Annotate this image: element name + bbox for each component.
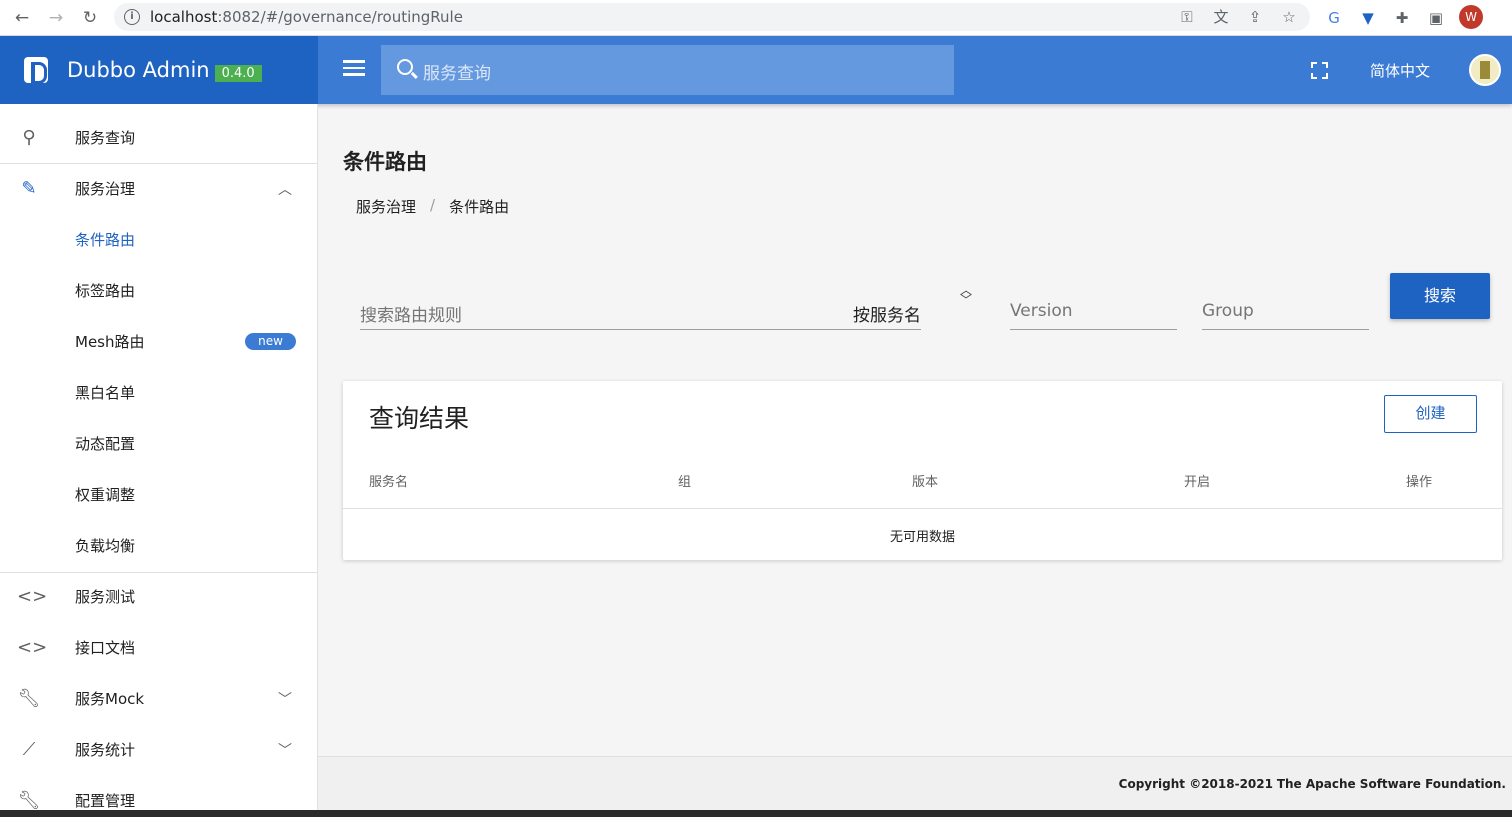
app-header: Dubbo Admin 0.4.0 服务查询 简体中文	[0, 36, 1512, 104]
column-header-actions: 操作	[1406, 475, 1433, 490]
hamburger-menu-icon[interactable]	[343, 60, 365, 78]
dubbo-logo-icon	[24, 57, 48, 84]
sidebar-item-service-search[interactable]: ⚲ 服务查询	[0, 112, 317, 163]
search-mode-select[interactable]: 按服务名	[853, 301, 921, 326]
sidebar-item-label: 服务统计	[75, 741, 136, 759]
column-header-version[interactable]: 版本	[912, 471, 938, 490]
code-icon: <>	[17, 636, 48, 658]
breadcrumb-item: 条件路由	[449, 198, 510, 216]
create-button[interactable]: 创建	[1384, 395, 1477, 433]
chevron-down-icon[interactable]: ﹀	[278, 740, 292, 760]
sidebar-item-service-governance[interactable]: ✎ 服务治理 ︿	[0, 163, 317, 214]
url-text: localhost:8082/#/governance/routingRule	[150, 8, 463, 26]
fullscreen-icon[interactable]	[1311, 62, 1328, 79]
key-icon[interactable]: ⚿	[1176, 7, 1198, 27]
column-header-enabled[interactable]: 开启	[1184, 471, 1210, 490]
back-arrow-icon[interactable]: ←	[10, 6, 34, 30]
page-title: 条件路由	[343, 150, 427, 174]
brand[interactable]: Dubbo Admin 0.4.0	[0, 36, 318, 104]
vue-devtools-icon[interactable]: ▼	[1356, 6, 1380, 30]
sidebar-item-label: 服务测试	[75, 588, 136, 606]
copyright-text: Copyright ©2018-2021 The Apache Software…	[1118, 777, 1506, 791]
sidebar: ⚲ 服务查询 ✎ 服务治理 ︿ 条件路由 标签路由 Mesh路由 new 黑白名…	[0, 104, 318, 817]
column-header-service[interactable]: 服务名	[369, 471, 408, 490]
main-content: 条件路由 服务治理 / 条件路由 搜索路由规则 按服务名 ︿ ﹀ Version …	[318, 104, 1512, 756]
breadcrumb: 服务治理 / 条件路由	[356, 196, 509, 217]
sidebar-item-service-mock[interactable]: 🔧︎ 服务Mock ﹀	[0, 673, 317, 724]
sidebar-item-label: 配置管理	[75, 792, 136, 810]
sidebar-item-dynamic-config[interactable]: 动态配置	[0, 418, 317, 469]
bookmark-star-icon[interactable]: ☆	[1278, 7, 1300, 27]
pencil-icon: ✎	[21, 177, 37, 199]
global-search-placeholder: 服务查询	[423, 64, 491, 84]
sidebar-item-label: 负载均衡	[75, 537, 136, 555]
global-search-input[interactable]: 服务查询	[381, 45, 954, 95]
sidebar-item-label: 动态配置	[75, 435, 136, 453]
column-header-group[interactable]: 组	[678, 471, 691, 490]
sidebar-item-label: Mesh路由	[75, 333, 145, 351]
sidebar-item-weight-adjust[interactable]: 权重调整	[0, 469, 317, 520]
sidebar-item-access-control[interactable]: 黑白名单	[0, 367, 317, 418]
share-icon[interactable]: ⇪	[1244, 7, 1266, 27]
results-title: 查询结果	[369, 404, 470, 433]
user-avatar[interactable]	[1469, 54, 1501, 86]
results-card: 查询结果 创建 服务名 组 版本 开启 操作 无可用数据	[343, 381, 1502, 560]
site-info-icon[interactable]: i	[124, 9, 140, 25]
search-button[interactable]: 搜索	[1390, 273, 1490, 319]
window-bottom-edge	[0, 810, 1512, 817]
search-icon: ⚲	[22, 126, 36, 148]
sidebar-item-service-test[interactable]: <> 服务测试	[0, 571, 317, 622]
sidebar-item-condition-routing[interactable]: 条件路由	[0, 214, 317, 265]
wrench-icon: 🔧︎	[17, 687, 41, 709]
sidebar-item-label: 权重调整	[75, 486, 136, 504]
browser-toolbar: ← → ↻ i localhost:8082/#/governance/rout…	[0, 0, 1512, 36]
route-rule-search-input[interactable]: 搜索路由规则 按服务名	[360, 296, 921, 330]
sidebar-item-label: 服务查询	[75, 129, 136, 147]
sidebar-item-api-docs[interactable]: <> 接口文档	[0, 622, 317, 673]
translate-extension-icon[interactable]: G	[1322, 6, 1346, 30]
language-selector[interactable]: 简体中文	[1370, 60, 1430, 81]
breadcrumb-separator: /	[430, 196, 436, 214]
sidebar-item-label: 条件路由	[75, 231, 136, 249]
route-rule-placeholder: 搜索路由规则	[360, 306, 462, 326]
table-divider	[343, 508, 1502, 509]
sidebar-item-label: 黑白名单	[75, 384, 136, 402]
chart-icon: ⟋	[22, 738, 36, 760]
sort-arrows-icon[interactable]: ︿ ﹀	[960, 284, 972, 307]
chevron-down-icon[interactable]: ﹀	[278, 689, 292, 709]
address-bar[interactable]: i localhost:8082/#/governance/routingRul…	[114, 3, 1310, 31]
new-badge: new	[245, 333, 296, 350]
sidebar-item-service-stats[interactable]: ⟋ 服务统计 ﹀	[0, 724, 317, 775]
sidebar-item-label: 服务Mock	[75, 690, 145, 708]
code-icon: <>	[17, 585, 48, 607]
chevron-up-icon[interactable]: ︿	[278, 179, 292, 199]
translate-icon[interactable]: 文	[1210, 7, 1232, 27]
sidebar-item-label: 接口文档	[75, 639, 136, 657]
group-input[interactable]: Group	[1202, 296, 1369, 330]
version-placeholder: Version	[1010, 301, 1073, 321]
sidebar-item-mesh-routing[interactable]: Mesh路由 new	[0, 316, 317, 367]
version-input[interactable]: Version	[1010, 296, 1177, 330]
reload-icon[interactable]: ↻	[78, 6, 102, 30]
forward-arrow-icon[interactable]: →	[44, 6, 68, 30]
sidebar-item-label: 服务治理	[75, 180, 136, 198]
sidebar-item-tag-routing[interactable]: 标签路由	[0, 265, 317, 316]
brand-name: Dubbo Admin	[67, 58, 210, 82]
footer: Copyright ©2018-2021 The Apache Software…	[318, 756, 1512, 817]
version-badge: 0.4.0	[214, 64, 262, 82]
empty-table-message: 无可用数据	[889, 530, 955, 545]
wrench-icon: 🔧︎	[17, 789, 41, 811]
search-icon	[397, 59, 413, 75]
profile-avatar[interactable]: W	[1459, 5, 1483, 29]
extensions-puzzle-icon[interactable]: ✚	[1390, 6, 1414, 30]
group-placeholder: Group	[1202, 301, 1254, 321]
sidebar-item-label: 标签路由	[75, 282, 136, 300]
side-panel-icon[interactable]: ▣	[1424, 6, 1448, 30]
breadcrumb-item[interactable]: 服务治理	[356, 196, 416, 217]
sidebar-item-load-balance[interactable]: 负载均衡	[0, 520, 317, 571]
